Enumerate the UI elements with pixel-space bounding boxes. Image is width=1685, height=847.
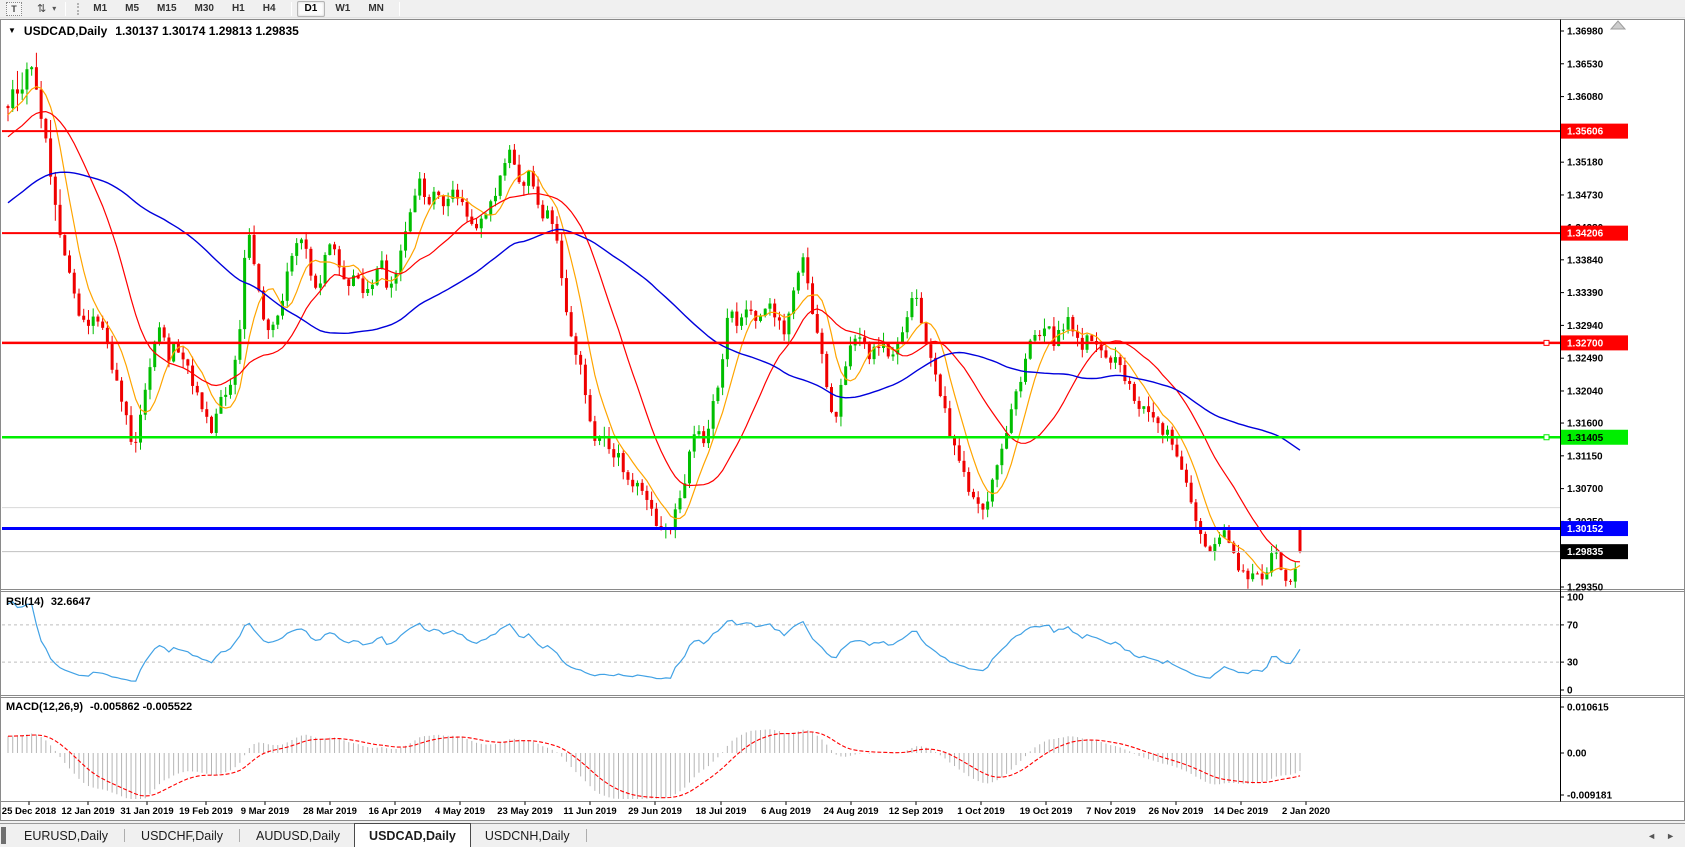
svg-text:28 Mar 2019: 28 Mar 2019 — [303, 806, 357, 817]
svg-text:1.30152: 1.30152 — [1567, 524, 1604, 535]
timeframe-m15[interactable]: M15 — [149, 1, 184, 17]
svg-text:1.32940: 1.32940 — [1567, 321, 1604, 332]
svg-text:2 Jan 2020: 2 Jan 2020 — [1282, 806, 1330, 817]
svg-text:30: 30 — [1567, 658, 1579, 669]
symbol-tab-bar: EURUSD,DailyUSDCHF,DailyAUDUSD,DailyUSDC… — [0, 823, 1685, 847]
svg-text:26 Nov 2019: 26 Nov 2019 — [1149, 806, 1204, 817]
symbol-tabs: EURUSD,DailyUSDCHF,DailyAUDUSD,DailyUSDC… — [10, 824, 589, 847]
macd-indicator-label: MACD(12,26,9) -0.005862 -0.005522 — [6, 701, 192, 713]
timeframe-buttons: M1M5M15M30H1H4 D1W1MN — [85, 1, 405, 17]
text-tool-icon[interactable]: T — [6, 2, 22, 16]
tab-separator — [239, 829, 240, 842]
timeframe-h4[interactable]: H4 — [255, 1, 284, 17]
svg-text:1.35180: 1.35180 — [1567, 158, 1604, 169]
scale-arrows-icon[interactable]: ⇅ — [37, 2, 46, 16]
svg-text:1.36530: 1.36530 — [1567, 59, 1604, 70]
svg-text:1 Oct 2019: 1 Oct 2019 — [957, 806, 1005, 817]
svg-text:1.32040: 1.32040 — [1567, 386, 1604, 397]
ohlc-quote: 1.30137 1.30174 1.29813 1.29835 — [115, 24, 299, 38]
tab-audusd[interactable]: AUDUSD,Daily — [242, 824, 354, 847]
toolbar-grip[interactable] — [77, 3, 79, 15]
svg-text:11 Jun 2019: 11 Jun 2019 — [563, 806, 616, 817]
timeframe-m30[interactable]: M30 — [187, 1, 222, 17]
svg-text:1.32700: 1.32700 — [1567, 338, 1604, 349]
svg-text:19 Oct 2019: 19 Oct 2019 — [1020, 806, 1073, 817]
chart-title: ▼ USDCAD,Daily 1.30137 1.30174 1.29813 1… — [8, 24, 299, 38]
svg-text:-0.009181: -0.009181 — [1567, 791, 1612, 802]
tab-scroll-right-icon[interactable]: ► — [1666, 831, 1675, 841]
svg-text:7 Nov 2019: 7 Nov 2019 — [1086, 806, 1136, 817]
dropdown-caret-icon[interactable]: ▾ — [52, 4, 56, 13]
timeframe-m1[interactable]: M1 — [85, 1, 115, 17]
svg-text:1.35606: 1.35606 — [1567, 127, 1604, 138]
tab-eurusd[interactable]: EURUSD,Daily — [10, 824, 122, 847]
svg-text:6 Aug 2019: 6 Aug 2019 — [761, 806, 811, 817]
svg-text:1.31600: 1.31600 — [1567, 419, 1604, 430]
tabbar-grip[interactable] — [1, 827, 6, 844]
tab-usdcad[interactable]: USDCAD,Daily — [354, 823, 471, 847]
macd-values: -0.005862 -0.005522 — [90, 701, 192, 713]
rsi-indicator-label: RSI(14) 32.6647 — [6, 596, 91, 608]
timeframe-d1[interactable]: D1 — [297, 1, 326, 17]
toolbar-separator — [399, 2, 400, 16]
timeframe-h1[interactable]: H1 — [224, 1, 253, 17]
svg-text:0.00: 0.00 — [1567, 749, 1587, 760]
svg-text:0.010615: 0.010615 — [1567, 703, 1609, 714]
timeframe-mn[interactable]: MN — [360, 1, 392, 17]
tab-scroll-arrows: ◄ ► — [1647, 824, 1675, 847]
svg-text:16 Apr 2019: 16 Apr 2019 — [369, 806, 422, 817]
svg-text:1.29835: 1.29835 — [1567, 547, 1604, 558]
rsi-value: 32.6647 — [51, 596, 91, 608]
timeframe-w1[interactable]: W1 — [327, 1, 358, 17]
svg-text:24 Aug 2019: 24 Aug 2019 — [823, 806, 878, 817]
svg-text:23 May 2019: 23 May 2019 — [497, 806, 552, 817]
symbol-name: USDCAD,Daily — [24, 24, 107, 38]
tab-separator — [124, 829, 125, 842]
svg-text:1.31405: 1.31405 — [1567, 433, 1604, 444]
toolbar-separator — [65, 2, 66, 16]
svg-text:31 Jan 2019: 31 Jan 2019 — [120, 806, 173, 817]
svg-text:12 Jan 2019: 12 Jan 2019 — [61, 806, 114, 817]
svg-text:14 Dec 2019: 14 Dec 2019 — [1214, 806, 1268, 817]
toolbar-separator — [291, 2, 292, 16]
rsi-name: RSI(14) — [6, 596, 44, 608]
svg-text:19 Feb 2019: 19 Feb 2019 — [179, 806, 233, 817]
svg-text:1.33390: 1.33390 — [1567, 288, 1604, 299]
timeframe-m5[interactable]: M5 — [117, 1, 147, 17]
symbol-dropdown-icon[interactable]: ▼ — [8, 26, 16, 35]
tab-scroll-left-icon[interactable]: ◄ — [1647, 831, 1656, 841]
svg-text:1.32490: 1.32490 — [1567, 354, 1604, 365]
svg-text:9 Mar 2019: 9 Mar 2019 — [241, 806, 290, 817]
svg-text:1.30700: 1.30700 — [1567, 484, 1604, 495]
svg-text:100: 100 — [1567, 593, 1584, 604]
toolbar: T ⇅ ▾ M1M5M15M30H1H4 D1W1MN — [0, 0, 1685, 18]
chart-canvas[interactable]: 1.36980 1.36530 1.36080 1.35180 1.34730 1.342… — [0, 0, 1685, 847]
svg-text:29 Jun 2019: 29 Jun 2019 — [628, 806, 682, 817]
svg-text:1.36080: 1.36080 — [1567, 92, 1604, 103]
svg-text:1.36980: 1.36980 — [1567, 27, 1604, 38]
svg-text:25 Dec 2018: 25 Dec 2018 — [2, 806, 56, 817]
tab-usdcnh[interactable]: USDCNH,Daily — [471, 824, 584, 847]
svg-text:1.31150: 1.31150 — [1567, 451, 1603, 462]
svg-text:1.33840: 1.33840 — [1567, 255, 1604, 266]
svg-text:18 Jul 2019: 18 Jul 2019 — [696, 806, 747, 817]
macd-name: MACD(12,26,9) — [6, 701, 83, 713]
svg-text:12 Sep 2019: 12 Sep 2019 — [889, 806, 943, 817]
svg-text:4 May 2019: 4 May 2019 — [435, 806, 485, 817]
svg-text:1.34206: 1.34206 — [1567, 229, 1604, 240]
svg-text:1.34730: 1.34730 — [1567, 190, 1604, 201]
tab-usdchf[interactable]: USDCHF,Daily — [127, 824, 237, 847]
svg-text:70: 70 — [1567, 620, 1579, 631]
chart-window — [1, 20, 1685, 821]
tab-separator — [586, 829, 587, 842]
svg-text:0: 0 — [1567, 686, 1573, 697]
